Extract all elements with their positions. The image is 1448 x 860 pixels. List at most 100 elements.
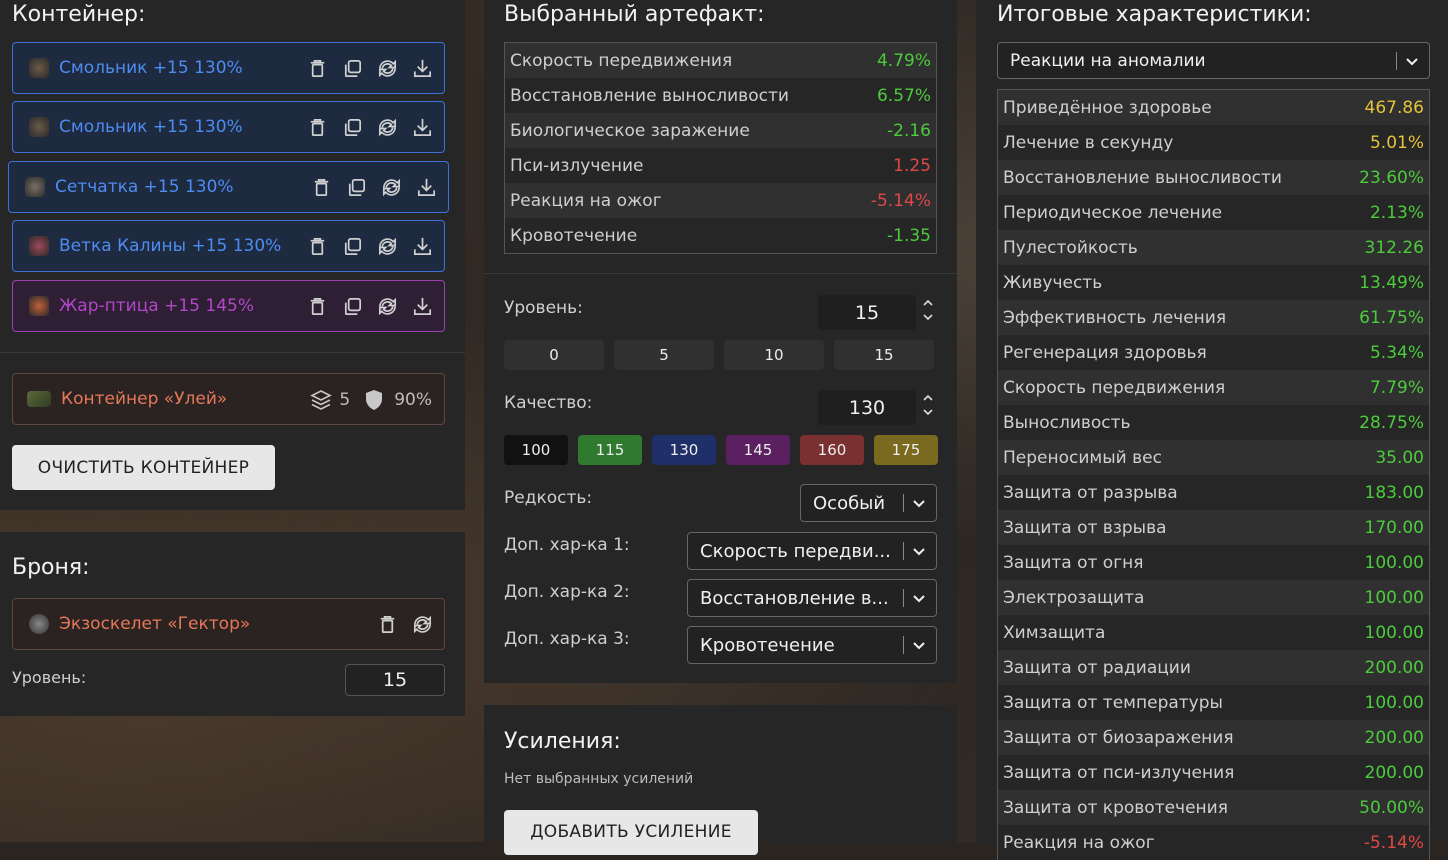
container-item-label: Смольник +15 130% [59,58,243,78]
delete-item-button[interactable] [310,176,333,199]
extra1-label: Доп. хар-ка 1: [504,535,630,555]
copy-item-button[interactable] [345,176,368,199]
stat-name: Химзащита [1003,622,1106,643]
extra3-select[interactable]: Кровотечение [687,626,937,664]
stat-name: Переносимый вес [1003,447,1162,468]
decrement-quality-icon[interactable] [922,407,934,417]
stat-name: Периодическое лечение [1003,202,1223,223]
swap-item-button[interactable] [380,176,403,199]
extra1-value: Скорость передви... [700,540,891,562]
armor-level-label: Уровень: [12,668,87,687]
stat-name: Кровотечение [510,225,638,246]
quality-preset-button[interactable]: 160 [800,435,864,465]
extra2-select[interactable]: Восстановление в... [687,579,937,617]
swap-item-button[interactable] [376,57,399,80]
copy-item-button[interactable] [341,235,364,258]
increment-quality-icon[interactable] [922,393,934,403]
select-item-button[interactable] [411,295,434,318]
container-box[interactable]: Контейнер «Улей» 5 90% [12,373,445,425]
delete-item-button[interactable] [306,116,329,139]
quality-preset-button[interactable]: 175 [874,435,938,465]
select-item-button[interactable] [411,116,434,139]
trash-icon [314,178,329,197]
copy-item-button[interactable] [341,295,364,318]
level-preset-button[interactable]: 15 [834,340,934,370]
armor-level-input[interactable]: 15 [345,664,445,696]
chevron-down-icon [913,642,925,650]
swap-item-button[interactable] [376,116,399,139]
quality-preset-button[interactable]: 100 [504,435,568,465]
stat-name: Скорость передвижения [1003,377,1226,398]
stat-name: Приведённое здоровье [1003,97,1212,118]
artifact-icon [29,117,49,137]
stat-value: -2.16 [887,120,931,141]
copy-item-button[interactable] [341,57,364,80]
armor-title: Броня: [12,555,90,580]
stat-name: Защита от пси-излучения [1003,762,1235,783]
stat-row: Защита от биозаражения 200.00 [998,720,1429,755]
rarity-label: Редкость: [504,488,593,508]
level-preset-button[interactable]: 5 [614,340,714,370]
quality-preset-button[interactable]: 115 [578,435,642,465]
armor-item[interactable]: Экзоскелет «Гектор» [12,598,445,650]
stat-row: Скорость передвижения 7.79% [998,370,1429,405]
stat-value: 100.00 [1364,622,1424,643]
armor-panel: Броня: Экзоскелет «Гектор» Уровень: 15 [0,532,465,716]
container-item[interactable]: Сетчатка +15 130% [8,161,449,213]
stat-value: 100.00 [1364,552,1424,573]
stat-value: 467.86 [1364,97,1424,118]
swap-item-button[interactable] [376,295,399,318]
copy-icon [344,59,362,78]
container-item[interactable]: Смольник +15 130% [12,101,445,153]
stat-row: Электрозащита 100.00 [998,580,1429,615]
clear-container-button[interactable]: ОЧИСТИТЬ КОНТЕЙНЕР [12,445,275,490]
quality-preset-button[interactable]: 130 [652,435,716,465]
refresh-icon [382,178,401,197]
stat-value: 4.79% [876,50,931,71]
copy-icon [344,297,362,316]
container-item[interactable]: Смольник +15 130% [12,42,445,94]
container-item-label: Жар-птица +15 145% [59,296,254,316]
container-item-label: Ветка Калины +15 130% [59,236,282,256]
stat-value: 100.00 [1364,587,1424,608]
select-item-button[interactable] [415,176,438,199]
copy-icon [344,237,362,256]
artifact-level-input[interactable]: 15 [818,295,916,330]
add-boost-button[interactable]: ДОБАВИТЬ УСИЛЕНИЕ [504,810,758,855]
stat-value: 5.01% [1369,132,1424,153]
rarity-select[interactable]: Особый [800,484,937,522]
stat-row: Кровотечение -1.35 [505,218,936,253]
copy-item-button[interactable] [341,116,364,139]
stat-value: 35.00 [1375,447,1424,468]
stat-row: Выносливость 28.75% [998,405,1429,440]
stat-value: 2.13% [1369,202,1424,223]
stat-value: 28.75% [1359,412,1424,433]
swap-armor-button[interactable] [411,613,434,636]
delete-item-button[interactable] [306,235,329,258]
level-preset-button[interactable]: 0 [504,340,604,370]
container-item[interactable]: Ветка Калины +15 130% [12,220,445,272]
refresh-icon [378,237,397,256]
stat-row: Защита от разрыва 183.00 [998,475,1429,510]
decrement-level-icon[interactable] [922,312,934,322]
select-item-button[interactable] [411,235,434,258]
increment-level-icon[interactable] [922,298,934,308]
select-item-button[interactable] [411,57,434,80]
stat-name: Защита от температуры [1003,692,1223,713]
quality-input[interactable]: 130 [818,390,916,425]
container-item[interactable]: Жар-птица +15 145% [12,280,445,332]
totals-panel: Итоговые характеристики: Реакции на аном… [976,0,1448,860]
artifact-level-label: Уровень: [504,298,583,318]
delete-item-button[interactable] [306,295,329,318]
trash-icon [310,297,325,316]
download-icon [417,178,436,197]
totals-title: Итоговые характеристики: [997,2,1312,27]
extra1-select[interactable]: Скорость передви... [687,532,937,570]
delete-armor-button[interactable] [376,613,399,636]
quality-preset-button[interactable]: 145 [726,435,790,465]
delete-item-button[interactable] [306,57,329,80]
stat-value: -5.14% [1363,832,1424,853]
totals-filter-select[interactable]: Реакции на аномалии [997,42,1430,79]
swap-item-button[interactable] [376,235,399,258]
level-preset-button[interactable]: 10 [724,340,824,370]
